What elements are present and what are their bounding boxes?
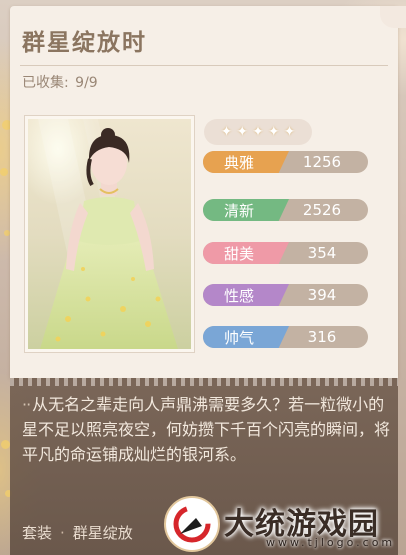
site-watermark: 大统游戏园 www.tjlogo.com xyxy=(160,490,406,555)
attribute-row: 帅气 316 xyxy=(203,326,368,348)
attribute-row: 甜美 354 xyxy=(203,242,368,264)
description-text: 从无名之辈走向人声鼎沸需要多久？若一粒微小的星不足以照亮夜空，何妨攒下千百个闪亮… xyxy=(22,395,391,464)
panel-edge xyxy=(10,378,398,386)
flower-decoration xyxy=(0,168,8,176)
ellipsis-icon: ·· xyxy=(22,395,31,414)
watermark-url: www.tjlogo.com xyxy=(266,536,396,549)
watermark-logo-icon xyxy=(164,496,220,552)
collection-card: 群星绽放时 已收集: 9/9 ✦ ✦ ✦ ✦ ✦ 典雅 1256 清新 2526… xyxy=(10,6,406,378)
star-icon: ✦ xyxy=(252,124,264,140)
attribute-value: 394 xyxy=(307,286,337,304)
collected-label: 已收集: xyxy=(22,75,69,91)
attribute-row: 典雅 1256 xyxy=(203,151,368,173)
card-corner xyxy=(380,6,406,28)
star-icon: ✦ xyxy=(220,124,233,140)
attribute-row: 清新 2526 xyxy=(203,199,368,221)
collected-progress: 已收集: 9/9 xyxy=(22,72,98,92)
character-illustration xyxy=(38,119,178,349)
attribute-value: 316 xyxy=(307,328,337,346)
attribute-value: 1256 xyxy=(302,153,342,171)
flower-decoration xyxy=(1,440,10,449)
description: ·· 从无名之辈走向人声鼎沸需要多久？若一粒微小的星不足以照亮夜空，何妨攒下千百个… xyxy=(22,392,398,467)
star-icon: ✦ xyxy=(236,124,249,140)
outfit-set[interactable]: 套装 · 群星绽放 xyxy=(22,522,133,543)
star-icon: ✦ xyxy=(283,124,296,140)
star-icon: ✦ xyxy=(267,124,280,140)
set-label: 套装 xyxy=(22,524,53,542)
separator-dot: · xyxy=(60,524,65,542)
attribute-value: 2526 xyxy=(302,201,342,219)
outfit-portrait[interactable] xyxy=(25,116,194,352)
attribute-row: 性感 394 xyxy=(203,284,368,306)
attribute-value: 354 xyxy=(307,244,337,262)
divider xyxy=(20,65,388,66)
set-name: 群星绽放 xyxy=(72,524,133,542)
collected-value: 9/9 xyxy=(75,75,98,91)
card-title: 群星绽放时 xyxy=(22,30,147,56)
star-rating: ✦ ✦ ✦ ✦ ✦ xyxy=(204,119,312,145)
